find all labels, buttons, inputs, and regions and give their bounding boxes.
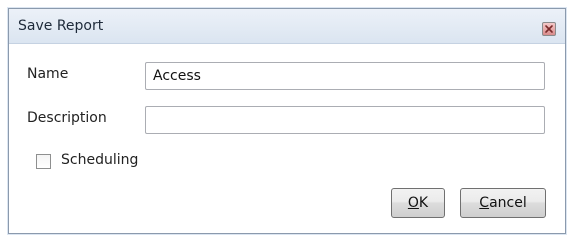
title-bar: Save Report bbox=[9, 9, 565, 44]
scheduling-checkbox[interactable] bbox=[36, 154, 51, 169]
close-button[interactable] bbox=[542, 22, 556, 36]
save-report-dialog: Save Report Name Description Scheduling … bbox=[8, 8, 566, 234]
cancel-button[interactable]: Cancel bbox=[460, 188, 546, 218]
close-icon bbox=[545, 25, 553, 33]
ok-label-rest: K bbox=[418, 195, 429, 211]
cancel-label-rest: ancel bbox=[489, 195, 527, 211]
scheduling-label[interactable]: Scheduling bbox=[61, 152, 138, 168]
ok-mnemonic: O bbox=[407, 195, 419, 211]
description-input[interactable] bbox=[145, 106, 545, 134]
description-label: Description bbox=[27, 110, 107, 126]
name-label: Name bbox=[27, 66, 69, 82]
dialog-title: Save Report bbox=[18, 18, 104, 34]
cancel-mnemonic: C bbox=[479, 195, 490, 211]
ok-button[interactable]: OK bbox=[391, 188, 445, 218]
name-input[interactable] bbox=[145, 62, 545, 90]
